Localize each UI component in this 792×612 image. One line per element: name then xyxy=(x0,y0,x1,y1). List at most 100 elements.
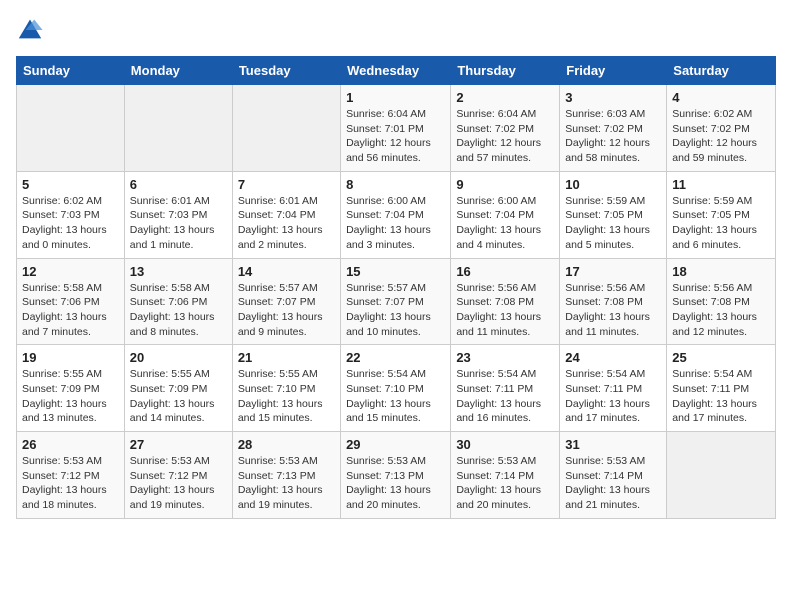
day-info: Sunrise: 5:53 AMSunset: 7:13 PMDaylight:… xyxy=(346,454,445,513)
calendar-cell xyxy=(232,85,340,172)
col-header-saturday: Saturday xyxy=(667,57,776,85)
day-info: Sunrise: 5:56 AMSunset: 7:08 PMDaylight:… xyxy=(672,281,770,340)
day-number: 1 xyxy=(346,90,445,105)
day-info: Sunrise: 6:02 AMSunset: 7:03 PMDaylight:… xyxy=(22,194,119,253)
calendar-cell: 24 Sunrise: 5:54 AMSunset: 7:11 PMDayligh… xyxy=(560,345,667,432)
day-number: 9 xyxy=(456,177,554,192)
day-info: Sunrise: 5:54 AMSunset: 7:11 PMDaylight:… xyxy=(672,367,770,426)
day-number: 26 xyxy=(22,437,119,452)
col-header-friday: Friday xyxy=(560,57,667,85)
calendar-cell: 4 Sunrise: 6:02 AMSunset: 7:02 PMDaylight… xyxy=(667,85,776,172)
logo xyxy=(16,16,48,44)
day-info: Sunrise: 6:00 AMSunset: 7:04 PMDaylight:… xyxy=(456,194,554,253)
col-header-thursday: Thursday xyxy=(451,57,560,85)
day-number: 8 xyxy=(346,177,445,192)
day-number: 7 xyxy=(238,177,335,192)
calendar-table: SundayMondayTuesdayWednesdayThursdayFrid… xyxy=(16,56,776,519)
day-info: Sunrise: 6:02 AMSunset: 7:02 PMDaylight:… xyxy=(672,107,770,166)
calendar-cell: 7 Sunrise: 6:01 AMSunset: 7:04 PMDaylight… xyxy=(232,171,340,258)
day-info: Sunrise: 5:54 AMSunset: 7:11 PMDaylight:… xyxy=(565,367,661,426)
col-header-wednesday: Wednesday xyxy=(341,57,451,85)
calendar-week-row: 5 Sunrise: 6:02 AMSunset: 7:03 PMDaylight… xyxy=(17,171,776,258)
calendar-cell: 9 Sunrise: 6:00 AMSunset: 7:04 PMDaylight… xyxy=(451,171,560,258)
day-info: Sunrise: 5:57 AMSunset: 7:07 PMDaylight:… xyxy=(238,281,335,340)
calendar-week-row: 12Sunrise: 5:58 AMSunset: 7:06 PMDayligh… xyxy=(17,258,776,345)
day-number: 4 xyxy=(672,90,770,105)
calendar-cell: 20 Sunrise: 5:55 AMSunset: 7:09 PMDayligh… xyxy=(124,345,232,432)
day-info: Sunrise: 5:55 AMSunset: 7:09 PMDaylight:… xyxy=(130,367,227,426)
day-number: 23 xyxy=(456,350,554,365)
calendar-cell: 10 Sunrise: 5:59 AMSunset: 7:05 PMDayligh… xyxy=(560,171,667,258)
calendar-cell: 19 Sunrise: 5:55 AMSunset: 7:09 PMDayligh… xyxy=(17,345,125,432)
logo-icon xyxy=(16,16,44,44)
calendar-cell: 23 Sunrise: 5:54 AMSunset: 7:11 PMDayligh… xyxy=(451,345,560,432)
calendar-cell: 26Sunrise: 5:53 AMSunset: 7:12 PMDayligh… xyxy=(17,432,125,519)
calendar-cell xyxy=(667,432,776,519)
day-number: 11 xyxy=(672,177,770,192)
calendar-week-row: 1 Sunrise: 6:04 AMSunset: 7:01 PMDaylight… xyxy=(17,85,776,172)
day-number: 19 xyxy=(22,350,119,365)
day-info: Sunrise: 5:53 AMSunset: 7:12 PMDaylight:… xyxy=(130,454,227,513)
calendar-cell: 14 Sunrise: 5:57 AMSunset: 7:07 PMDayligh… xyxy=(232,258,340,345)
day-info: Sunrise: 5:56 AMSunset: 7:08 PMDaylight:… xyxy=(565,281,661,340)
day-number: 24 xyxy=(565,350,661,365)
calendar-cell: 15 Sunrise: 5:57 AMSunset: 7:07 PMDayligh… xyxy=(341,258,451,345)
day-number: 15 xyxy=(346,264,445,279)
calendar-cell: 21 Sunrise: 5:55 AMSunset: 7:10 PMDayligh… xyxy=(232,345,340,432)
calendar-cell: 16Sunrise: 5:56 AMSunset: 7:08 PMDayligh… xyxy=(451,258,560,345)
day-number: 3 xyxy=(565,90,661,105)
day-number: 2 xyxy=(456,90,554,105)
day-number: 21 xyxy=(238,350,335,365)
day-number: 28 xyxy=(238,437,335,452)
calendar-week-row: 26 Sunrise: 5:53 AMSunset: 7:12 PMDayligh… xyxy=(17,432,776,519)
calendar-cell: 3 Sunrise: 6:03 AMSunset: 7:02 PMDaylight… xyxy=(560,85,667,172)
calendar-cell: 11 Sunrise: 5:59 AMSunset: 7:05 PMDayligh… xyxy=(667,171,776,258)
day-number: 25 xyxy=(672,350,770,365)
day-number: 13 xyxy=(130,264,227,279)
day-number: 10 xyxy=(565,177,661,192)
page-header xyxy=(16,16,776,44)
col-header-monday: Monday xyxy=(124,57,232,85)
day-info: Sunrise: 5:53 AMSunset: 7:13 PMDaylight:… xyxy=(238,454,335,513)
day-info: Sunrise: 5:53 AMSunset: 7:14 PMDaylight:… xyxy=(565,454,661,513)
day-number: 22 xyxy=(346,350,445,365)
calendar-cell: 31Sunrise: 5:53 AMSunset: 7:14 PMDayligh… xyxy=(560,432,667,519)
day-number: 20 xyxy=(130,350,227,365)
day-info: Sunrise: 5:59 AMSunset: 7:05 PMDaylight:… xyxy=(672,194,770,253)
day-info: Sunrise: 5:55 AMSunset: 7:10 PMDaylight:… xyxy=(238,367,335,426)
day-info: Sunrise: 5:54 AMSunset: 7:11 PMDaylight:… xyxy=(456,367,554,426)
day-info: Sunrise: 5:54 AMSunset: 7:10 PMDaylight:… xyxy=(346,367,445,426)
day-info: Sunrise: 6:01 AMSunset: 7:03 PMDaylight:… xyxy=(130,194,227,253)
day-number: 5 xyxy=(22,177,119,192)
day-info: Sunrise: 6:01 AMSunset: 7:04 PMDaylight:… xyxy=(238,194,335,253)
col-header-sunday: Sunday xyxy=(17,57,125,85)
day-info: Sunrise: 5:58 AMSunset: 7:06 PMDaylight:… xyxy=(22,281,119,340)
calendar-cell: 28 Sunrise: 5:53 AMSunset: 7:13 PMDayligh… xyxy=(232,432,340,519)
calendar-cell: 27 Sunrise: 5:53 AMSunset: 7:12 PMDayligh… xyxy=(124,432,232,519)
calendar-cell: 5 Sunrise: 6:02 AMSunset: 7:03 PMDaylight… xyxy=(17,171,125,258)
calendar-cell: 30Sunrise: 5:53 AMSunset: 7:14 PMDayligh… xyxy=(451,432,560,519)
day-number: 6 xyxy=(130,177,227,192)
calendar-cell: 8 Sunrise: 6:00 AMSunset: 7:04 PMDaylight… xyxy=(341,171,451,258)
day-info: Sunrise: 6:04 AMSunset: 7:01 PMDaylight:… xyxy=(346,107,445,166)
col-header-tuesday: Tuesday xyxy=(232,57,340,85)
day-number: 17 xyxy=(565,264,661,279)
calendar-cell: 22 Sunrise: 5:54 AMSunset: 7:10 PMDayligh… xyxy=(341,345,451,432)
day-info: Sunrise: 6:03 AMSunset: 7:02 PMDaylight:… xyxy=(565,107,661,166)
calendar-cell: 1 Sunrise: 6:04 AMSunset: 7:01 PMDaylight… xyxy=(341,85,451,172)
day-info: Sunrise: 5:57 AMSunset: 7:07 PMDaylight:… xyxy=(346,281,445,340)
day-number: 27 xyxy=(130,437,227,452)
day-info: Sunrise: 5:56 AMSunset: 7:08 PMDaylight:… xyxy=(456,281,554,340)
calendar-cell xyxy=(17,85,125,172)
day-info: Sunrise: 6:00 AMSunset: 7:04 PMDaylight:… xyxy=(346,194,445,253)
calendar-cell: 29Sunrise: 5:53 AMSunset: 7:13 PMDayligh… xyxy=(341,432,451,519)
calendar-cell: 13 Sunrise: 5:58 AMSunset: 7:06 PMDayligh… xyxy=(124,258,232,345)
calendar-cell: 6 Sunrise: 6:01 AMSunset: 7:03 PMDaylight… xyxy=(124,171,232,258)
day-info: Sunrise: 5:53 AMSunset: 7:14 PMDaylight:… xyxy=(456,454,554,513)
day-info: Sunrise: 5:58 AMSunset: 7:06 PMDaylight:… xyxy=(130,281,227,340)
day-number: 18 xyxy=(672,264,770,279)
calendar-header-row: SundayMondayTuesdayWednesdayThursdayFrid… xyxy=(17,57,776,85)
day-info: Sunrise: 5:59 AMSunset: 7:05 PMDaylight:… xyxy=(565,194,661,253)
day-info: Sunrise: 5:55 AMSunset: 7:09 PMDaylight:… xyxy=(22,367,119,426)
day-number: 14 xyxy=(238,264,335,279)
